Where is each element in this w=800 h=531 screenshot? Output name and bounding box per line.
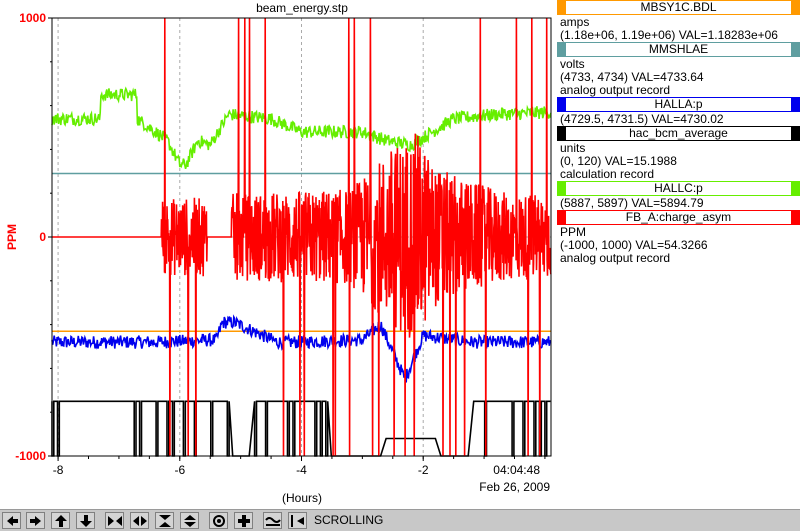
current-time: 04:04:48 [493, 463, 540, 477]
legend-trace-info: analog output record [560, 83, 671, 97]
zoom-out-y-icon [182, 514, 198, 528]
pan-down-button[interactable] [76, 512, 95, 529]
legend-color-swatch [558, 127, 566, 140]
legend-color-swatch [791, 182, 799, 195]
legend-trace-header[interactable]: MMSHLAE [557, 42, 800, 57]
x-tick-label: -6 [174, 463, 185, 477]
pan-right-icon [28, 514, 44, 528]
pan-up-icon [53, 514, 69, 528]
legend-panel: MBSY1C.BDL amps (1.18e+06, 1.19e+06) VAL=1… [557, 0, 800, 265]
legend-color-swatch [791, 211, 799, 224]
legend-color-swatch [558, 1, 566, 14]
x-tick-label: -4 [296, 463, 307, 477]
legend-color-swatch [791, 98, 799, 111]
pan-mode-icon [236, 514, 252, 528]
legend-trace: MBSY1C.BDL amps (1.18e+06, 1.19e+06) VAL=1… [557, 0, 800, 42]
toolbar: SCROLLING [0, 509, 800, 531]
auto-scale-button[interactable] [263, 512, 282, 529]
legend-color-swatch [791, 127, 799, 140]
legend-trace-info: calculation record [560, 167, 655, 181]
legend-trace-info: (5887, 5897) VAL=5894.79 [560, 196, 704, 210]
y-tick-label: 0 [39, 230, 46, 244]
legend-trace-name: MBSY1C.BDL [640, 0, 717, 14]
y-tick-label: -1000 [15, 449, 46, 463]
x-tick-label: -2 [418, 463, 429, 477]
zoom-out-x-button[interactable] [130, 512, 149, 529]
undo-zoom-button[interactable] [288, 512, 307, 529]
x-tick-label: -8 [53, 463, 64, 477]
y-axis-label: PPM [5, 224, 19, 250]
legend-trace-header[interactable]: hac_bcm_average [557, 126, 800, 141]
legend-trace-name: HALLA:p [654, 97, 703, 111]
legend-trace-header[interactable]: HALLC:p [557, 181, 800, 196]
legend-trace: HALLA:p (4729.5, 4731.5) VAL=4730.02 [557, 97, 800, 126]
pan-down-icon [78, 514, 94, 528]
legend-color-swatch [791, 43, 799, 56]
legend-trace-name: hac_bcm_average [629, 126, 728, 140]
legend-trace: HALLC:p (5887, 5897) VAL=5894.79 [557, 181, 800, 210]
legend-trace: hac_bcm_average units (0, 120) VAL=15.1988… [557, 126, 800, 181]
zoom-box-button[interactable] [209, 512, 228, 529]
legend-trace-header[interactable]: HALLA:p [557, 97, 800, 112]
zoom-in-y-button[interactable] [155, 512, 174, 529]
auto-scale-icon [264, 514, 281, 528]
legend-color-swatch [558, 182, 566, 195]
y-tick-label: 1000 [19, 11, 46, 25]
zoom-box-icon [211, 514, 227, 528]
zoom-out-y-button[interactable] [180, 512, 199, 529]
legend-trace: FB_A:charge_asym PPM (-1000, 1000) VAL=54.… [557, 210, 800, 265]
legend-trace-name: HALLC:p [654, 181, 703, 195]
legend-color-swatch [558, 43, 566, 56]
zoom-in-x-button[interactable] [105, 512, 124, 529]
zoom-out-x-icon [132, 514, 148, 528]
legend-color-swatch [558, 98, 566, 111]
legend-trace-name: MMSHLAE [648, 42, 709, 56]
legend-trace-header[interactable]: FB_A:charge_asym [557, 210, 800, 225]
zoom-in-y-icon [157, 514, 173, 528]
legend-trace-info: (1.18e+06, 1.19e+06) VAL=1.18283e+06 [560, 28, 778, 42]
pan-right-button[interactable] [26, 512, 45, 529]
legend-color-swatch [791, 1, 799, 14]
pan-left-icon [4, 514, 20, 528]
legend-color-swatch [558, 211, 566, 224]
legend-trace: MMSHLAE volts (4733, 4734) VAL=4733.64 anal… [557, 42, 800, 97]
mode-label: SCROLLING [314, 513, 384, 527]
pan-mode-button[interactable] [234, 512, 253, 529]
undo-zoom-icon [290, 514, 306, 528]
pan-up-button[interactable] [51, 512, 70, 529]
pan-left-button[interactable] [2, 512, 21, 529]
strip-chart[interactable]: -8 -6 -4 -2 1000 0 -1000 PPM 04:04:48 Feb 26, 200… [0, 0, 556, 508]
current-date: Feb 26, 2009 [479, 480, 550, 494]
x-axis-label: (Hours) [282, 491, 322, 505]
legend-trace-name: FB_A:charge_asym [625, 210, 732, 224]
legend-trace-header[interactable]: MBSY1C.BDL [557, 0, 800, 15]
legend-trace-info: analog output record [560, 251, 671, 265]
zoom-in-x-icon [107, 514, 123, 528]
legend-trace-info: (4729.5, 4731.5) VAL=4730.02 [560, 112, 724, 126]
